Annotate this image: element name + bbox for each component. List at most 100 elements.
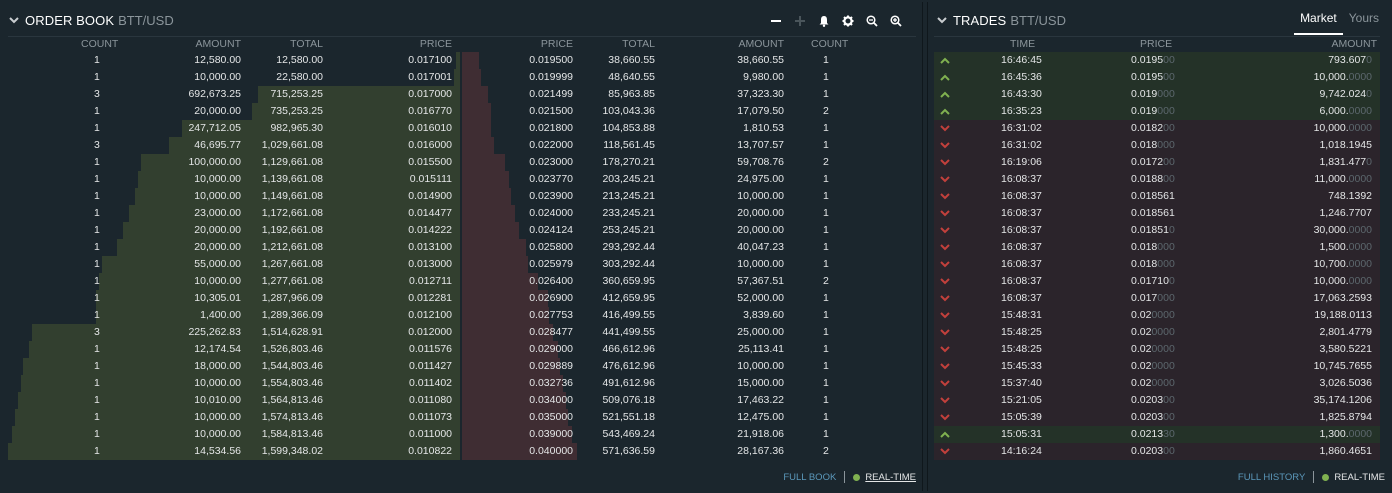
- ask-depth-bar: [462, 120, 491, 137]
- ask-row[interactable]: 0.023900 213,245.21 10,000.00 1: [462, 188, 916, 205]
- time-header: TIME: [1010, 38, 1036, 50]
- bid-count: 1: [94, 309, 100, 321]
- bid-row[interactable]: 1 10,000.00 1,139,661.08 0.015111: [8, 171, 460, 188]
- price-header: PRICE: [1140, 38, 1173, 50]
- bid-row[interactable]: 1 18,000.00 1,544,803.46 0.011427: [8, 358, 460, 375]
- order-book-header[interactable]: ORDER BOOK BTT/USD: [8, 10, 174, 30]
- trade-amount-significant: 10,000.: [1313, 122, 1349, 134]
- ask-row[interactable]: 0.026900 412,659.95 52,000.00 1: [462, 290, 916, 307]
- ask-row[interactable]: 0.025800 293,292.44 40,047.23 1: [462, 239, 916, 256]
- ask-row[interactable]: 0.039000 543,469.24 21,918.06 1: [462, 426, 916, 443]
- ask-row[interactable]: 0.028477 441,499.55 25,000.00 1: [462, 324, 916, 341]
- trade-price-trailing-zeros: 000: [1157, 241, 1175, 253]
- zoom-out-icon[interactable]: [865, 14, 878, 27]
- ask-total: 360,659.95: [602, 275, 655, 287]
- ask-row[interactable]: 0.022000 118,561.45 13,707.57 1: [462, 137, 916, 154]
- trades-header[interactable]: TRADES BTT/USD: [936, 10, 1066, 30]
- chevron-down-icon[interactable]: [936, 14, 948, 26]
- bid-count: 1: [94, 445, 100, 457]
- ask-row[interactable]: 0.024000 233,245.21 20,000.00 1: [462, 205, 916, 222]
- ask-row[interactable]: 0.019999 48,640.55 9,980.00 1: [462, 69, 916, 86]
- trade-price-trailing-zeros: 00: [1163, 173, 1175, 185]
- trade-amount: 1,831.4770: [1319, 154, 1372, 171]
- arrow-down-icon: [940, 278, 950, 285]
- bell-icon[interactable]: [817, 14, 830, 27]
- bid-price: 0.012100: [408, 309, 452, 321]
- bid-row[interactable]: 3 46,695.77 1,029,661.08 0.016000: [8, 137, 460, 154]
- arrow-down-icon: [940, 227, 950, 234]
- bid-row[interactable]: 1 20,000.00 1,212,661.08 0.013100: [8, 239, 460, 256]
- ask-row[interactable]: 0.019500 38,660.55 38,660.55 1: [462, 52, 916, 69]
- ask-price: 0.024124: [529, 224, 573, 236]
- trade-amount-significant: 17,063.2593: [1313, 292, 1372, 304]
- trade-amount-trailing-zeros: 0000: [1348, 275, 1372, 287]
- ask-row[interactable]: 0.029889 476,612.96 10,000.00 1: [462, 358, 916, 375]
- trade-amount-significant: 748.1392: [1328, 190, 1372, 202]
- bid-row[interactable]: 1 10,305.01 1,287,966.09 0.012281: [8, 290, 460, 307]
- ask-total: 466,612.96: [602, 343, 655, 355]
- bid-row[interactable]: 1 14,534.56 1,599,348.02 0.010822: [8, 443, 460, 460]
- bid-row[interactable]: 1 1,400.00 1,289,366.09 0.012100: [8, 307, 460, 324]
- ask-row[interactable]: 0.021499 85,963.85 37,323.30 1: [462, 86, 916, 103]
- ask-price-header: PRICE: [540, 38, 573, 50]
- bid-row[interactable]: 1 10,000.00 22,580.00 0.017001: [8, 69, 460, 86]
- gear-icon[interactable]: [841, 14, 854, 27]
- bid-row[interactable]: 3 225,262.83 1,514,628.91 0.012000: [8, 324, 460, 341]
- bid-price: 0.014222: [408, 224, 452, 236]
- bid-row[interactable]: 1 10,010.00 1,564,813.46 0.011080: [8, 392, 460, 409]
- minus-icon[interactable]: [769, 14, 782, 27]
- zoom-in-icon[interactable]: [889, 14, 902, 27]
- ask-row[interactable]: 0.021800 104,853.88 1,810.53 1: [462, 120, 916, 137]
- bid-row[interactable]: 1 12,174.54 1,526,803.46 0.011576: [8, 341, 460, 358]
- bid-row[interactable]: 1 20,000.00 1,192,661.08 0.014222: [8, 222, 460, 239]
- ask-row[interactable]: 0.040000 571,636.59 28,167.36 2: [462, 443, 916, 460]
- ask-row[interactable]: 0.034000 509,076.18 17,463.22 1: [462, 392, 916, 409]
- bid-amount: 23,000.00: [194, 207, 241, 219]
- ask-row[interactable]: 0.032736 491,612.96 15,000.00 1: [462, 375, 916, 392]
- ask-row[interactable]: 0.029000 466,612.96 25,113.41 1: [462, 341, 916, 358]
- trade-amount: 1,500.0000: [1319, 239, 1372, 256]
- bid-row[interactable]: 3 692,673.25 715,253.25 0.017000: [8, 86, 460, 103]
- ask-row[interactable]: 0.035000 521,551.18 12,475.00 1: [462, 409, 916, 426]
- chevron-down-icon[interactable]: [8, 14, 20, 26]
- bid-row[interactable]: 1 100,000.00 1,129,661.08 0.015500: [8, 154, 460, 171]
- realtime-link[interactable]: REAL-TIME: [865, 472, 916, 483]
- trade-price: 0.017100: [1131, 273, 1175, 290]
- tab-yours[interactable]: Yours: [1343, 10, 1385, 35]
- bid-row[interactable]: 1 10,000.00 1,554,803.46 0.011402: [8, 375, 460, 392]
- ask-row[interactable]: 0.025979 303,292.44 10,000.00 1: [462, 256, 916, 273]
- bid-row[interactable]: 1 247,712.05 982,965.30 0.016010: [8, 120, 460, 137]
- ask-row[interactable]: 0.023770 203,245.21 24,975.00 1: [462, 171, 916, 188]
- trade-row: 16:08:37 0.017000 17,063.2593: [934, 290, 1380, 307]
- ask-amount: 25,113.41: [738, 343, 784, 355]
- arrow-down-icon: [940, 244, 950, 251]
- trade-price-trailing-zeros: 000: [1157, 139, 1175, 151]
- bid-amount: 10,000.00: [194, 275, 241, 287]
- bid-row[interactable]: 1 10,000.00 1,149,661.08 0.014900: [8, 188, 460, 205]
- ask-price: 0.034000: [529, 394, 573, 406]
- bid-row[interactable]: 1 20,000.00 735,253.25 0.016770: [8, 103, 460, 120]
- full-history-link[interactable]: FULL HISTORY: [1238, 472, 1305, 483]
- tab-market[interactable]: Market: [1294, 10, 1343, 35]
- trade-amount-trailing-zeros: 0000: [1348, 241, 1372, 253]
- bid-row[interactable]: 1 55,000.00 1,267,661.08 0.013000: [8, 256, 460, 273]
- ask-row[interactable]: 0.024124 253,245.21 20,000.00 1: [462, 222, 916, 239]
- full-book-link[interactable]: FULL BOOK: [783, 472, 836, 483]
- bid-row[interactable]: 1 23,000.00 1,172,661.08 0.014477: [8, 205, 460, 222]
- trades-column-headers: TIME PRICE AMOUNT: [934, 38, 1380, 50]
- ask-row[interactable]: 0.021500 103,043.36 17,079.50 2: [462, 103, 916, 120]
- bid-total: 1,129,661.08: [261, 156, 323, 168]
- ask-row[interactable]: 0.026400 360,659.95 57,367.51 2: [462, 273, 916, 290]
- bid-row[interactable]: 1 12,580.00 12,580.00 0.017100: [8, 52, 460, 69]
- arrow-down-icon: [940, 397, 950, 404]
- bid-count: 3: [94, 326, 100, 338]
- ask-amount-header: AMOUNT: [738, 38, 785, 50]
- plus-icon[interactable]: [793, 14, 806, 27]
- ask-row[interactable]: 0.027753 416,499.55 3,839.60 1: [462, 307, 916, 324]
- bid-row[interactable]: 1 10,000.00 1,584,813.46 0.011000: [8, 426, 460, 443]
- ask-row[interactable]: 0.023000 178,270.21 59,708.76 2: [462, 154, 916, 171]
- ask-total: 253,245.21: [602, 224, 655, 236]
- bid-price: 0.017001: [408, 71, 452, 83]
- bid-row[interactable]: 1 10,000.00 1,277,661.08 0.012711: [8, 273, 460, 290]
- bid-row[interactable]: 1 10,000.00 1,574,813.46 0.011073: [8, 409, 460, 426]
